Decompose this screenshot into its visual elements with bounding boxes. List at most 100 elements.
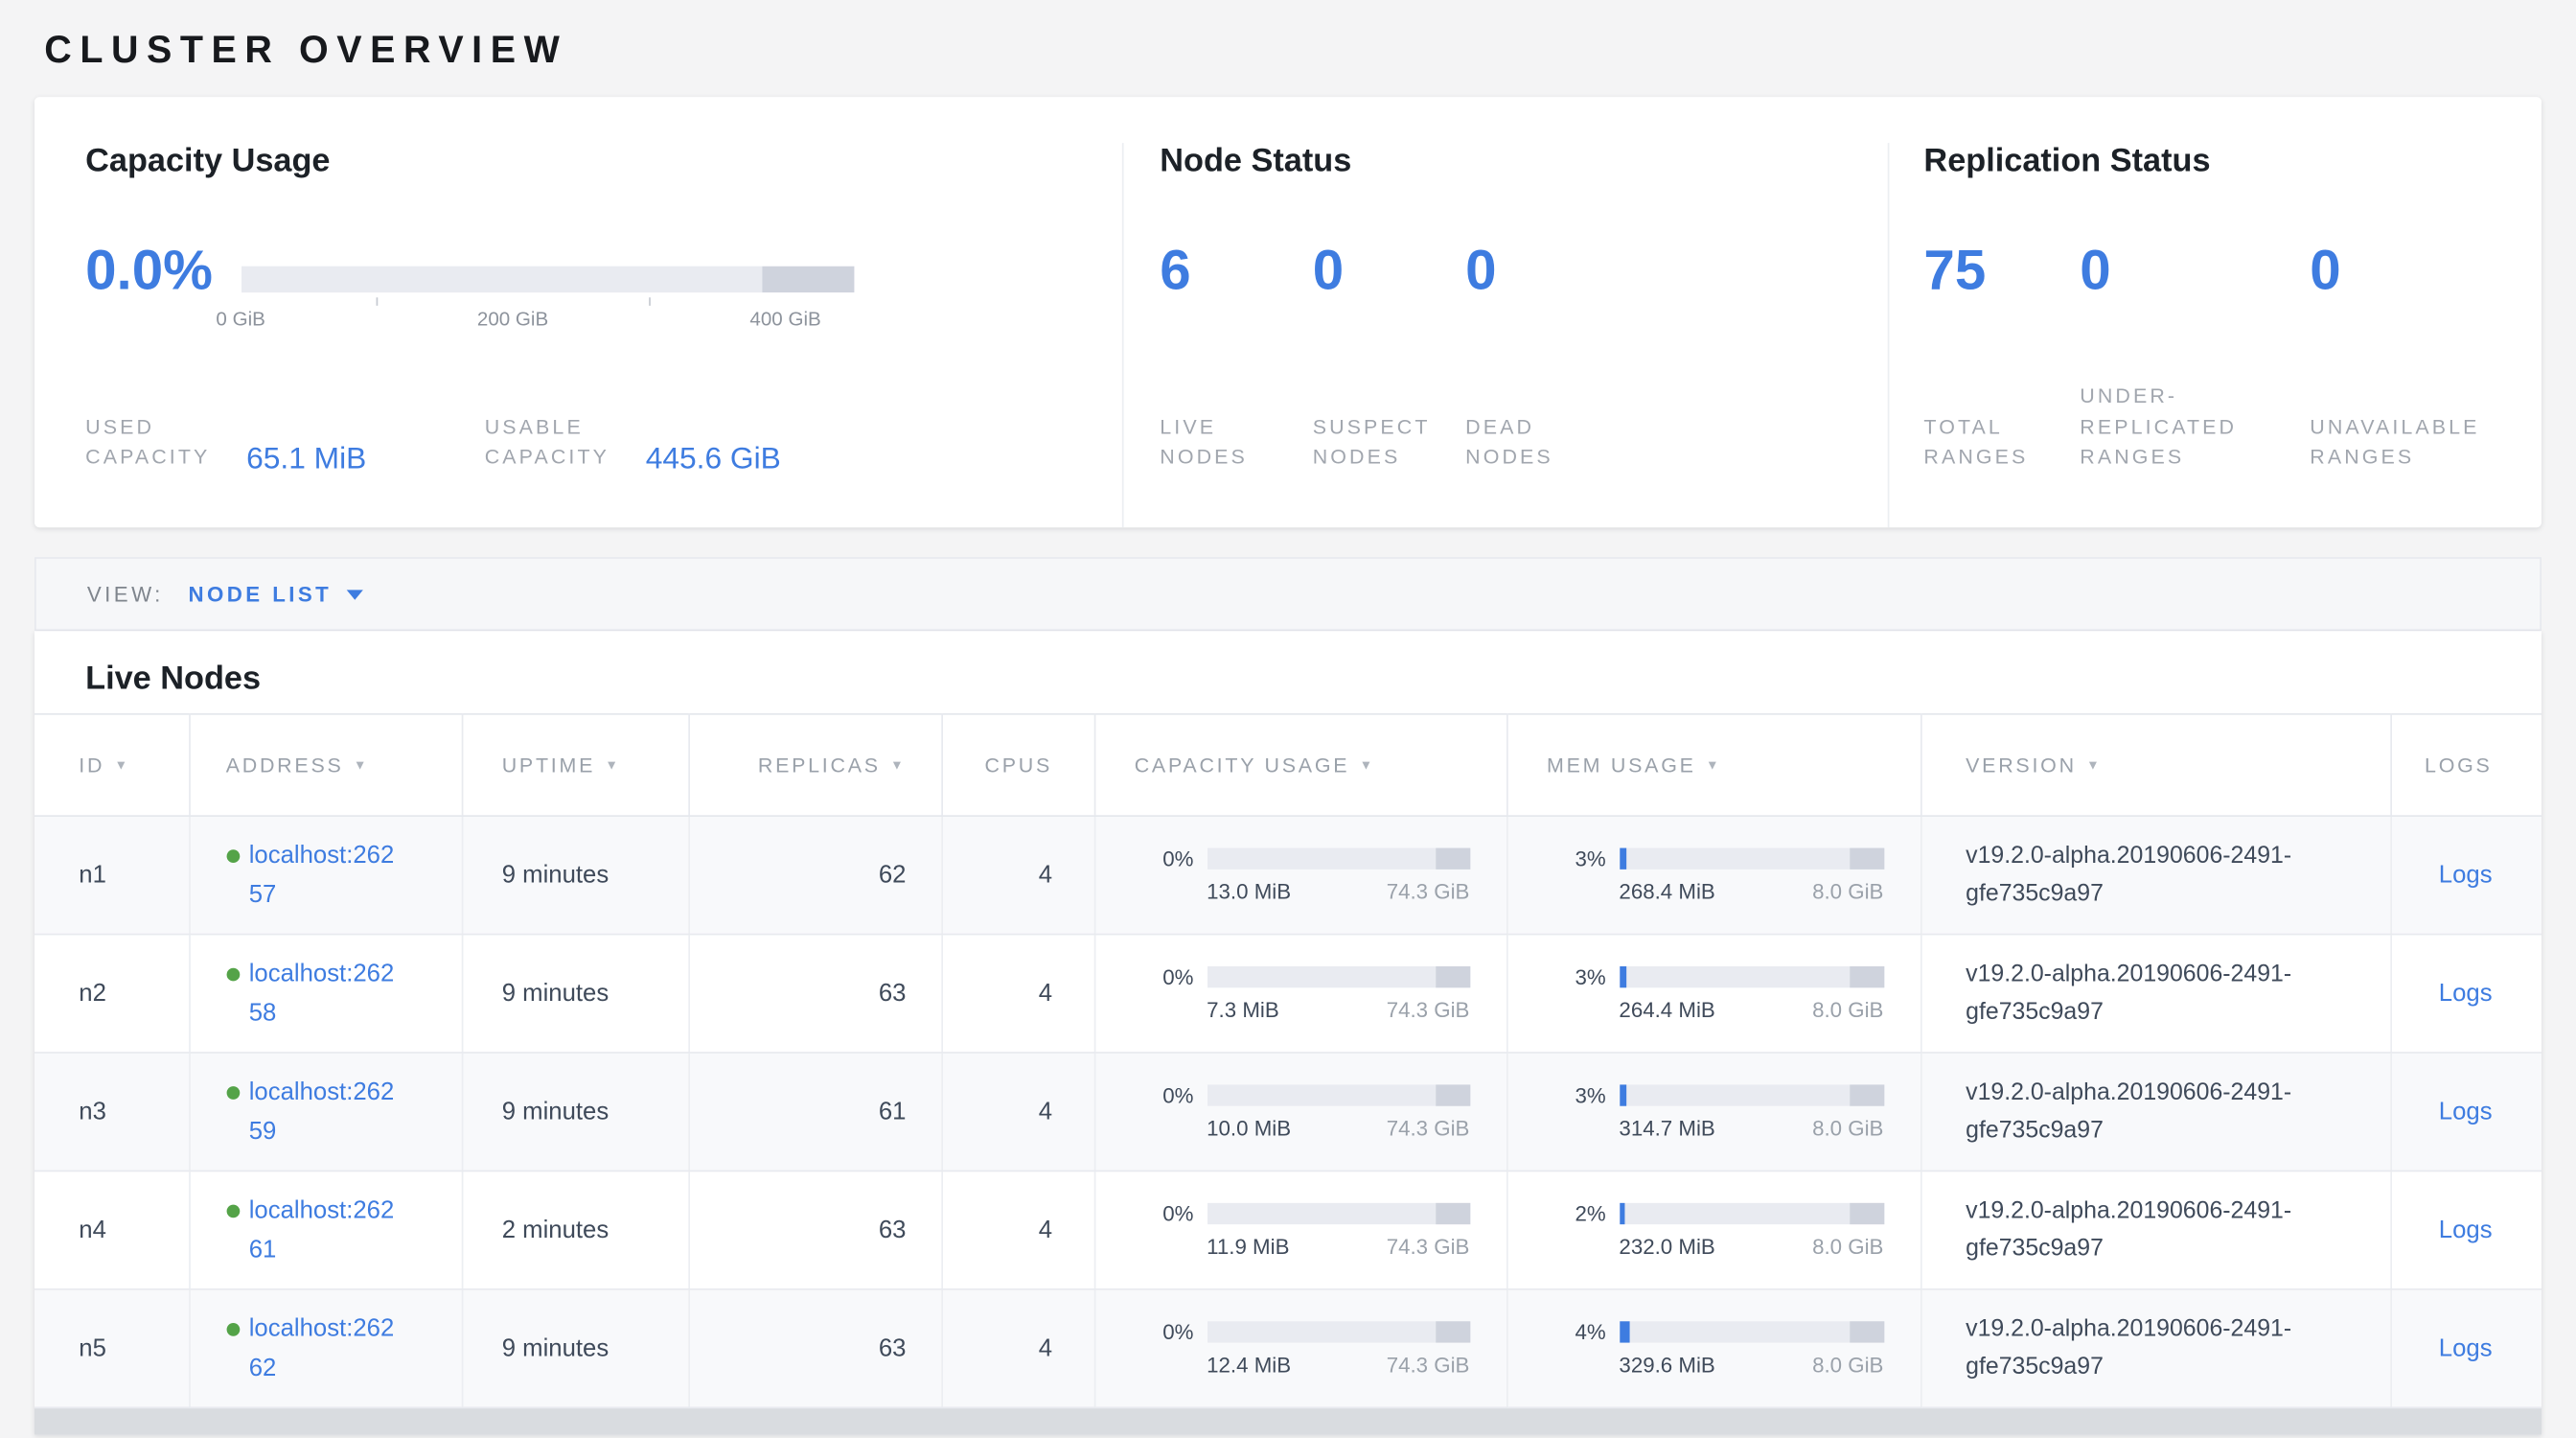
summary-card: Capacity Usage 0.0% 0 GiB 200 GiB 400 [34,97,2542,527]
node-logs-link[interactable]: Logs [2439,861,2493,889]
capacity-total: 74.3 GiB [1387,1353,1470,1378]
dead-nodes-label: DEAD NODES [1465,411,1618,473]
capacity-percent: 0% [1135,964,1194,989]
mem-used: 314.7 MiB [1619,1116,1714,1141]
mem-usage-cell: 4% 329.6 MiB 8.0 GiB [1506,1289,1920,1407]
node-logs-link[interactable]: Logs [2439,1098,2493,1125]
axis-label: 400 GiB [749,308,820,331]
node-address-cell: localhost:26257 [189,816,462,934]
usable-capacity-stat: USABLE CAPACITY 445.6 GiB [485,411,781,473]
node-id: n4 [34,1171,189,1288]
suspect-nodes-value: 0 [1313,244,1465,299]
capacity-total: 74.3 GiB [1387,1116,1470,1141]
node-address-link[interactable]: localhost:26261 [249,1192,401,1268]
mem-total: 8.0 GiB [1812,1353,1883,1378]
node-logs-link[interactable]: Logs [2439,1334,2493,1362]
usable-capacity-label: USABLE CAPACITY [485,411,625,473]
node-logs-link[interactable]: Logs [2439,980,2493,1008]
capacity-total: 74.3 GiB [1387,879,1470,904]
axis-tick [377,297,379,306]
header-capacity-usage[interactable]: CAPACITY USAGE▼ [1094,714,1506,816]
capacity-used: 13.0 MiB [1207,879,1291,904]
mem-total: 8.0 GiB [1812,1234,1883,1259]
capacity-usage-heading: Capacity Usage [85,143,1122,180]
unavailable-ranges-label: UNAVAILABLE RANGES [2310,411,2494,473]
node-logs-cell: Logs [2390,935,2542,1053]
unavailable-ranges-stat: 0 UNAVAILABLE RANGES [2310,244,2523,474]
used-capacity-stat: USED CAPACITY 65.1 MiB [85,411,366,473]
live-nodes-stat: 6 LIVE NODES [1160,244,1312,474]
capacity-usage-cell: 0% 11.9 MiB 74.3 GiB [1094,1171,1506,1288]
table-row: n1 localhost:26257 9 minutes 62 4 0% [34,816,2542,934]
live-nodes-table: ID▼ ADDRESS▼ UPTIME▼ REPLICAS▼ CPUS CAPA… [34,713,2542,1408]
header-replicas[interactable]: REPLICAS▼ [688,714,941,816]
node-uptime: 9 minutes [462,1289,689,1407]
used-capacity-value: 65.1 MiB [246,441,366,473]
node-address-cell: localhost:26259 [189,1053,462,1171]
cluster-overview-page: CLUSTER OVERVIEW Capacity Usage 0.0% 0 G… [0,0,2576,1438]
node-version: v19.2.0-alpha.20190606-2491-gfe735c9a97 [1920,935,2390,1053]
chevron-down-icon [347,590,363,599]
node-healthy-icon [226,850,240,864]
mem-percent: 4% [1547,1320,1606,1345]
total-ranges-value: 75 [1923,244,2080,299]
under-replicated-ranges-stat: 0 UNDER-REPLICATED RANGES [2080,244,2310,474]
table-row: n2 localhost:26258 9 minutes 63 4 0% [34,935,2542,1053]
sort-icon: ▼ [1360,756,1375,771]
mem-bar-fill [1619,848,1626,870]
node-logs-cell: Logs [2390,816,2542,934]
sort-icon: ▼ [2086,756,2102,771]
node-logs-link[interactable]: Logs [2439,1217,2493,1244]
node-replicas: 63 [688,1289,941,1407]
node-id: n2 [34,935,189,1053]
node-address-link[interactable]: localhost:26262 [249,1310,401,1387]
suspect-nodes-stat: 0 SUSPECT NODES [1313,244,1465,474]
mem-percent: 3% [1547,1083,1606,1108]
table-row: n4 localhost:26261 2 minutes 63 4 0% [34,1171,2542,1288]
capacity-axis: 0 GiB 200 GiB 400 GiB [241,296,853,329]
axis-label: 0 GiB [216,308,264,331]
capacity-used: 10.0 MiB [1207,1116,1291,1141]
node-version: v19.2.0-alpha.20190606-2491-gfe735c9a97 [1920,1289,2390,1407]
capacity-bar [1207,1321,1469,1342]
header-cpus: CPUS [941,714,1093,816]
node-version: v19.2.0-alpha.20190606-2491-gfe735c9a97 [1920,1053,2390,1171]
under-replicated-ranges-label: UNDER-REPLICATED RANGES [2080,381,2254,473]
capacity-used-percent: 0.0% [85,244,213,329]
capacity-used: 7.3 MiB [1207,998,1279,1023]
node-id: n1 [34,816,189,934]
node-address-link[interactable]: localhost:26258 [249,955,401,1032]
capacity-percent: 0% [1135,1201,1194,1226]
header-address[interactable]: ADDRESS▼ [189,714,462,816]
node-healthy-icon [226,1323,240,1336]
capacity-usage-section: Capacity Usage 0.0% 0 GiB 200 GiB 400 [34,143,1122,527]
view-label: VIEW: [87,582,164,607]
mem-usage-cell: 3% 314.7 MiB 8.0 GiB [1506,1053,1920,1171]
unavailable-ranges-value: 0 [2310,244,2523,299]
table-header-row: ID▼ ADDRESS▼ UPTIME▼ REPLICAS▼ CPUS CAPA… [34,714,2542,816]
horizontal-scrollbar[interactable] [34,1408,2542,1434]
capacity-usage-cell: 0% 7.3 MiB 74.3 GiB [1094,935,1506,1053]
node-address-link[interactable]: localhost:26257 [249,837,401,914]
view-selector-bar: VIEW: NODE LIST [34,557,2542,631]
sort-icon: ▼ [890,756,906,771]
capacity-percent: 0% [1135,1083,1194,1108]
mem-percent: 2% [1547,1201,1606,1226]
view-dropdown[interactable]: NODE LIST [188,582,362,607]
capacity-bar [1207,1084,1469,1105]
header-uptime[interactable]: UPTIME▼ [462,714,689,816]
node-address-link[interactable]: localhost:26259 [249,1074,401,1150]
header-mem-usage[interactable]: MEM USAGE▼ [1506,714,1920,816]
mem-bar [1619,1321,1883,1342]
usable-capacity-value: 445.6 GiB [646,441,781,473]
live-nodes-card: Live Nodes ID▼ ADDRESS▼ UPTIME▼ REPLICAS… [34,631,2542,1434]
live-nodes-value: 6 [1160,244,1312,299]
header-version[interactable]: VERSION▼ [1920,714,2390,816]
capacity-total: 74.3 GiB [1387,1234,1470,1259]
node-uptime: 9 minutes [462,816,689,934]
total-ranges-label: TOTAL RANGES [1923,411,2080,473]
capacity-usage-cell: 0% 10.0 MiB 74.3 GiB [1094,1053,1506,1171]
header-id[interactable]: ID▼ [34,714,189,816]
node-replicas: 61 [688,1053,941,1171]
mem-bar-fill [1619,1084,1626,1105]
